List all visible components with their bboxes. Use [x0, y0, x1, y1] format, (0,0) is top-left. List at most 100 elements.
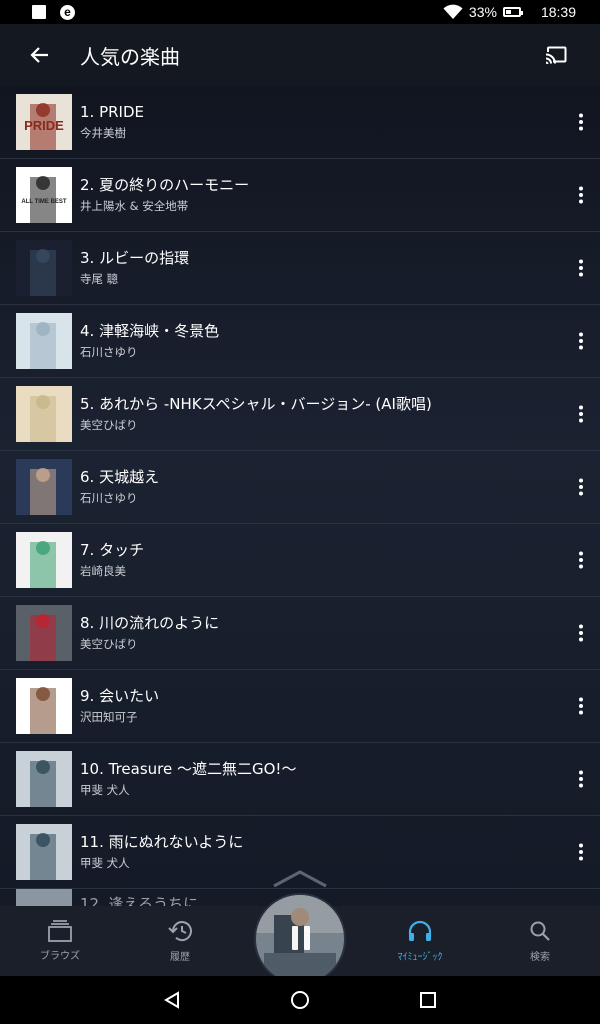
album-art: [16, 751, 72, 807]
song-row[interactable]: 6. 天城越え 石川さゆり: [0, 451, 600, 524]
nav-search-label: 検索: [530, 952, 550, 963]
browser-e-icon: e: [60, 4, 75, 20]
nav-browse-label: ブラウズ: [40, 951, 80, 962]
battery-icon: [502, 7, 523, 17]
headphones-icon: [408, 920, 432, 941]
battery-percent: 33%: [468, 4, 497, 20]
album-art: [16, 240, 72, 296]
album-art-image: ALL TIME BEST: [16, 167, 72, 223]
song-row[interactable]: 7. タッチ 岩崎良美: [0, 524, 600, 597]
cast-icon: [545, 46, 567, 64]
nav-browse[interactable]: ブラウズ: [0, 906, 120, 976]
album-art-image: [16, 459, 72, 515]
more-vert-icon: [579, 551, 583, 569]
song-title: 11. 雨にぬれないように: [80, 833, 244, 851]
album-art: [16, 532, 72, 588]
notification-square-icon: [32, 5, 46, 19]
album-art-image: [16, 678, 72, 734]
song-info: 10. Treasure 〜遮二無二GO!〜 甲斐 犬人: [80, 760, 566, 798]
album-art-image: [16, 824, 72, 880]
song-row[interactable]: 4. 津軽海峡・冬景色 石川さゆり: [0, 305, 600, 378]
more-vert-icon: [579, 843, 583, 861]
more-options-button[interactable]: [566, 175, 596, 215]
more-options-button[interactable]: [566, 102, 596, 142]
more-vert-icon: [579, 405, 583, 423]
more-vert-icon: [579, 113, 583, 131]
song-info: 5. あれから -NHKスペシャル・バージョン- (AI歌唱) 美空ひばり: [80, 395, 566, 433]
back-button[interactable]: [20, 35, 60, 75]
triangle-back-icon: [164, 991, 179, 1009]
song-artist: 石川さゆり: [80, 345, 138, 359]
song-artist: 美空ひばり: [80, 418, 138, 432]
song-info: 9. 会いたい 沢田知可子: [80, 687, 566, 725]
song-row[interactable]: ALL TIME BEST 2. 夏の終りのハーモニー 井上陽水 & 安全地帯: [0, 159, 600, 232]
song-title: 1. PRIDE: [80, 103, 144, 121]
song-row[interactable]: 3. ルビーの指環 寺尾 聰: [0, 232, 600, 305]
nav-history[interactable]: 履歴: [120, 906, 240, 976]
album-art-text: ALL TIME BEST: [21, 199, 67, 205]
system-recents-button[interactable]: [364, 976, 492, 1024]
system-back-button[interactable]: [108, 976, 236, 1024]
album-art-image: [16, 240, 72, 296]
song-artist: 井上陽水 & 安全地帯: [80, 199, 189, 213]
song-row[interactable]: 5. あれから -NHKスペシャル・バージョン- (AI歌唱) 美空ひばり: [0, 378, 600, 451]
song-info: 8. 川の流れのように 美空ひばり: [80, 614, 566, 652]
song-artist: 甲斐 犬人: [80, 783, 130, 797]
more-vert-icon: [579, 478, 583, 496]
album-art-image: [16, 532, 72, 588]
more-options-button[interactable]: [566, 540, 596, 580]
song-list[interactable]: PRIDE 1. PRIDE 今井美樹 ALL TIME BEST 2. 夏の終…: [0, 86, 600, 906]
song-title: 4. 津軽海峡・冬景色: [80, 322, 220, 340]
nav-my-music[interactable]: ﾏｲﾐｭｰｼﾞｯｸ: [360, 906, 480, 976]
clock: 18:39: [540, 4, 576, 20]
history-icon: [168, 921, 192, 942]
cast-button[interactable]: [536, 35, 576, 75]
song-title: 5. あれから -NHKスペシャル・バージョン- (AI歌唱): [80, 395, 432, 413]
song-artist: 寺尾 聰: [80, 272, 119, 286]
system-home-button[interactable]: [236, 976, 364, 1024]
song-info: 11. 雨にぬれないように 甲斐 犬人: [80, 833, 566, 871]
song-title: 8. 川の流れのように: [80, 614, 220, 632]
album-art-text: PRIDE: [24, 118, 64, 133]
song-title: 6. 天城越え: [80, 468, 160, 486]
search-icon: [530, 921, 550, 941]
more-options-button[interactable]: [566, 248, 596, 288]
song-artist: 石川さゆり: [80, 491, 138, 505]
more-options-button[interactable]: [566, 686, 596, 726]
song-row[interactable]: 9. 会いたい 沢田知可子: [0, 670, 600, 743]
album-art: [16, 313, 72, 369]
more-vert-icon: [579, 697, 583, 715]
pause-icon: [292, 926, 310, 950]
more-options-button[interactable]: [566, 759, 596, 799]
chevron-up-icon[interactable]: [272, 868, 328, 888]
album-art: [16, 605, 72, 661]
song-artist: 美空ひばり: [80, 637, 138, 651]
more-options-button[interactable]: [566, 321, 596, 361]
system-nav-bar: [0, 976, 600, 1024]
song-info: 3. ルビーの指環 寺尾 聰: [80, 249, 566, 287]
more-options-button[interactable]: [566, 394, 596, 434]
square-recents-icon: [420, 992, 436, 1008]
song-row[interactable]: 8. 川の流れのように 美空ひばり: [0, 597, 600, 670]
circle-home-icon: [291, 991, 309, 1009]
more-options-button[interactable]: [566, 613, 596, 653]
song-title: 7. タッチ: [80, 541, 145, 559]
app-bar: 人気の楽曲: [0, 24, 600, 86]
song-title: 10. Treasure 〜遮二無二GO!〜: [80, 760, 297, 778]
more-vert-icon: [579, 259, 583, 277]
more-vert-icon: [579, 332, 583, 350]
nav-search[interactable]: 検索: [480, 906, 600, 976]
album-art-image: [16, 605, 72, 661]
now-playing-button[interactable]: [254, 893, 346, 985]
album-art: [16, 386, 72, 442]
song-row[interactable]: 10. Treasure 〜遮二無二GO!〜 甲斐 犬人: [0, 743, 600, 816]
song-row[interactable]: PRIDE 1. PRIDE 今井美樹: [0, 86, 600, 159]
album-art: [16, 889, 72, 906]
more-options-button[interactable]: [566, 832, 596, 872]
more-options-button[interactable]: [566, 467, 596, 507]
song-info: 2. 夏の終りのハーモニー 井上陽水 & 安全地帯: [80, 176, 566, 214]
song-info: 7. タッチ 岩崎良美: [80, 541, 566, 579]
status-bar: e 33% 18:39: [0, 0, 600, 24]
song-title: 2. 夏の終りのハーモニー: [80, 176, 250, 194]
song-title: 3. ルビーの指環: [80, 249, 190, 267]
